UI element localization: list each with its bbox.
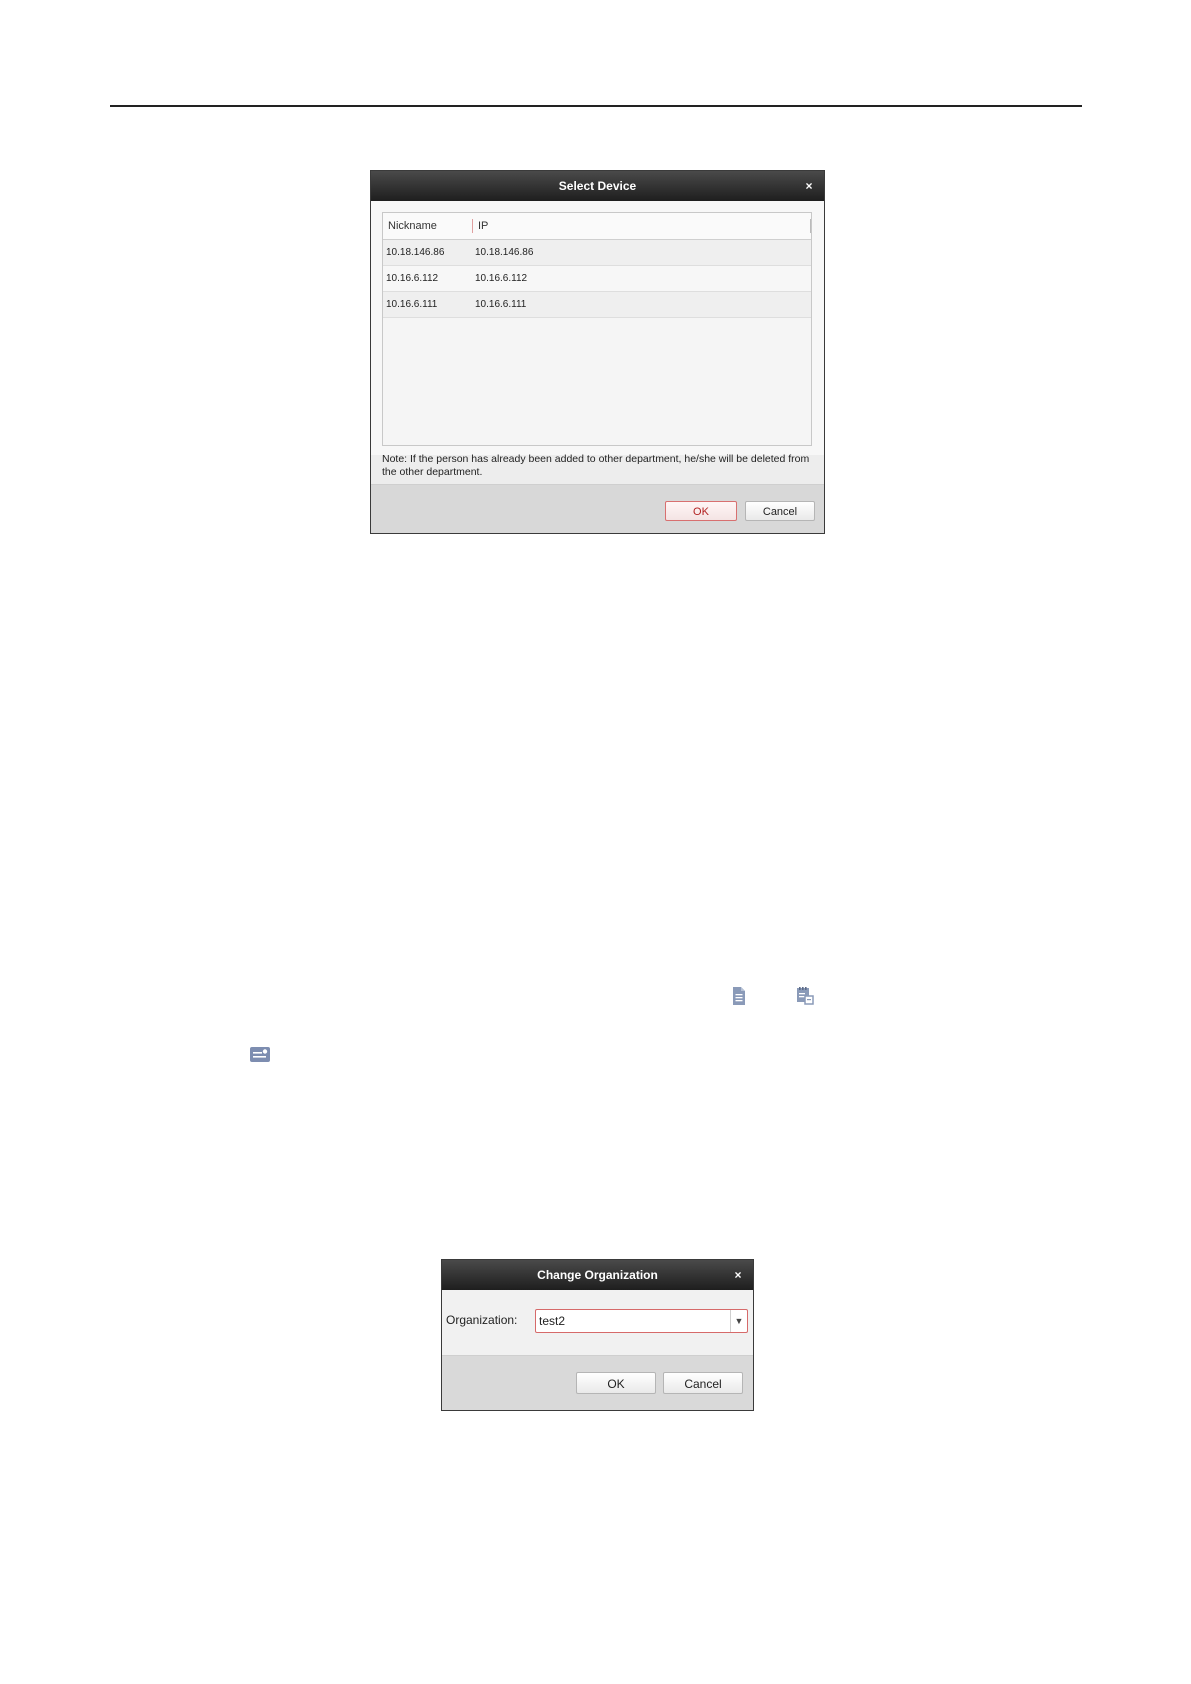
cell-nickname: 10.16.6.112 <box>386 273 439 284</box>
select-device-body: Nickname IP 10.18.146.86 10.18.146.86 10… <box>371 201 824 455</box>
table-row[interactable]: 10.18.146.86 10.18.146.86 <box>383 240 811 266</box>
organization-select[interactable]: test2 ▼ <box>535 1309 748 1333</box>
cell-ip: 10.18.146.86 <box>475 247 534 258</box>
column-header-nickname[interactable]: Nickname <box>383 219 473 233</box>
select-device-title-bar: Select Device × <box>371 171 824 201</box>
select-device-footer: OK Cancel <box>371 484 824 533</box>
close-icon[interactable]: × <box>802 171 816 201</box>
change-organization-title: Change Organization <box>537 1268 658 1282</box>
cell-nickname: 10.16.6.111 <box>386 299 438 310</box>
organization-label: Organization: <box>446 1313 518 1327</box>
change-organization-body: Organization: test2 ▼ <box>442 1290 753 1356</box>
device-table-header: Nickname IP <box>383 213 811 240</box>
cell-nickname: 10.18.146.86 <box>386 247 445 258</box>
change-organization-icon[interactable] <box>248 1042 272 1066</box>
table-row[interactable]: 10.16.6.111 10.16.6.111 <box>383 292 811 318</box>
select-device-dialog: Select Device × Nickname IP 10.18.146.86… <box>370 170 825 534</box>
organization-select-value: test2 <box>539 1314 566 1328</box>
close-icon[interactable]: × <box>731 1260 745 1290</box>
change-organization-dialog: Change Organization × Organization: test… <box>441 1259 754 1411</box>
change-organization-title-bar: Change Organization × <box>442 1260 753 1290</box>
cancel-button[interactable]: Cancel <box>663 1372 743 1394</box>
select-device-title: Select Device <box>558 179 637 193</box>
document-icon[interactable] <box>727 984 751 1008</box>
chevron-down-icon[interactable]: ▼ <box>730 1310 747 1332</box>
cancel-button[interactable]: Cancel <box>745 501 815 521</box>
page-header-rule <box>110 105 1082 107</box>
select-device-note: Note: If the person has already been add… <box>382 453 810 478</box>
device-table-rows: 10.18.146.86 10.18.146.86 10.16.6.112 10… <box>383 240 811 318</box>
ok-button[interactable]: OK <box>576 1372 656 1394</box>
document-card-icon[interactable] <box>793 984 817 1008</box>
table-row[interactable]: 10.16.6.112 10.16.6.112 <box>383 266 811 292</box>
change-organization-footer: OK Cancel <box>442 1355 753 1410</box>
cell-ip: 10.16.6.112 <box>475 273 528 284</box>
ok-button[interactable]: OK <box>665 501 737 521</box>
column-header-ip[interactable]: IP <box>473 219 811 233</box>
device-table: Nickname IP 10.18.146.86 10.18.146.86 10… <box>382 212 812 446</box>
cell-ip: 10.16.6.111 <box>475 299 527 310</box>
